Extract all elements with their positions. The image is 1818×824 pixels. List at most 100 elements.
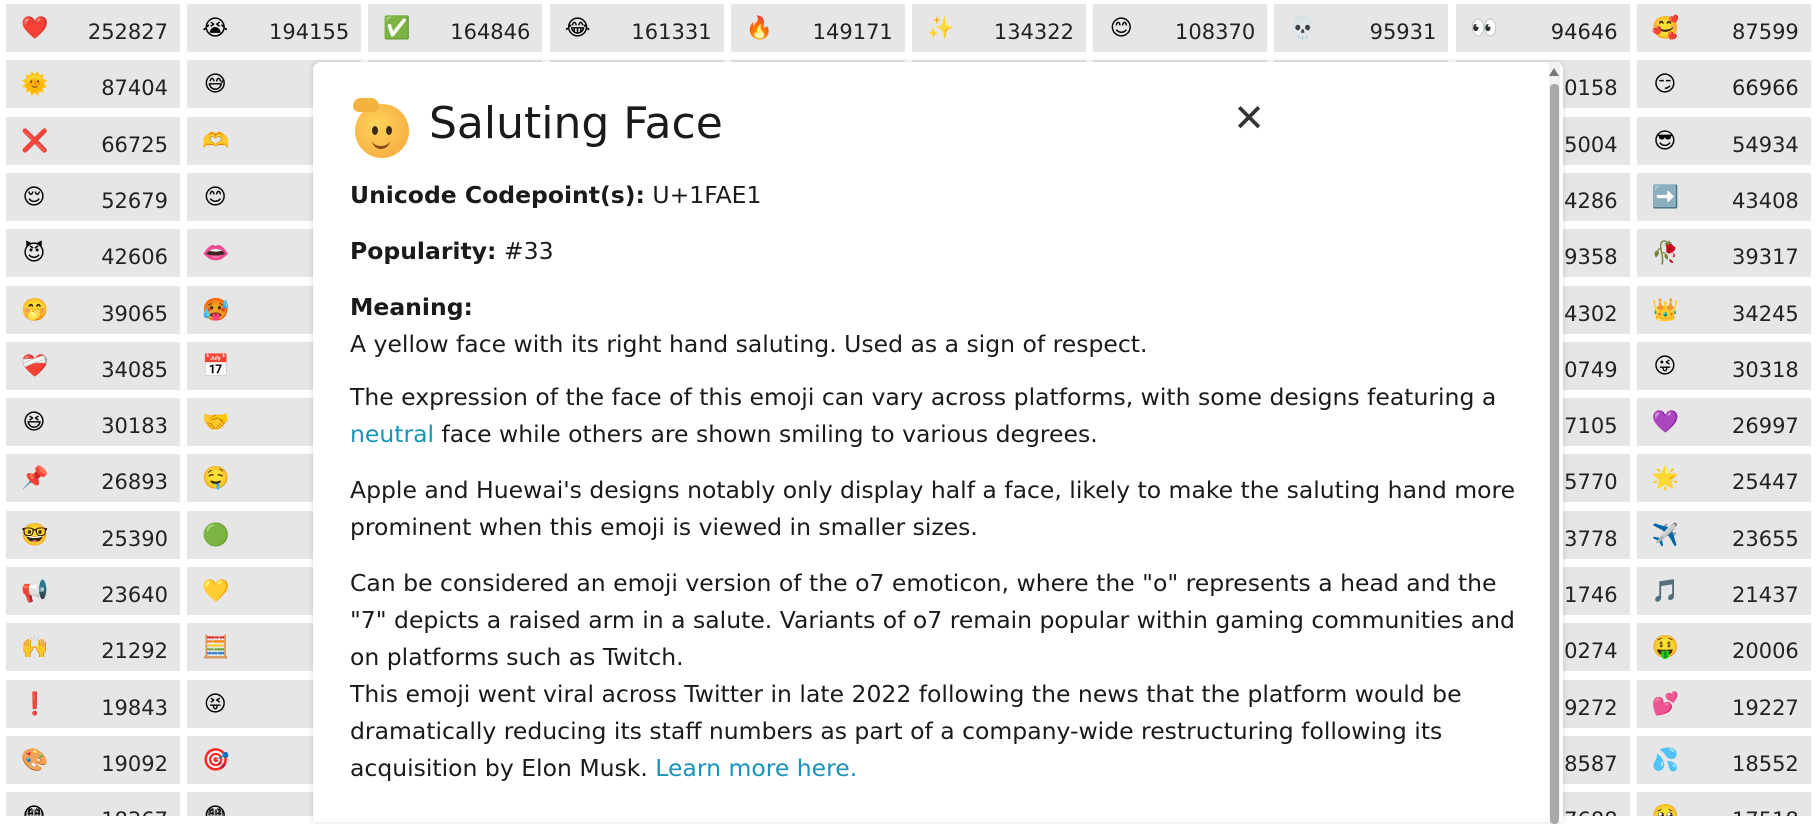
meaning-text: A yellow face with its right hand saluti… <box>350 330 1148 358</box>
emoji-count: 19092 <box>101 751 168 776</box>
emoji-cell[interactable]: ✅ 164846 <box>368 4 543 52</box>
emoji-cell[interactable]: 😏 66966 <box>1636 60 1811 109</box>
emoji-cell[interactable]: 💕 19227 <box>1636 679 1811 728</box>
emoji-icon: 😊 <box>1109 16 1133 41</box>
emoji-cell[interactable]: 😈 42606 <box>6 229 180 278</box>
emoji-cell[interactable]: 😎 54934 <box>1636 116 1811 165</box>
emoji-icon: ❗ <box>21 691 49 717</box>
emoji-cell[interactable]: 📌 26893 <box>6 454 180 503</box>
emoji-cell[interactable]: 😂 161331 <box>549 4 724 52</box>
emoji-icon: 👑 <box>1651 297 1680 323</box>
scrollbar-thumb[interactable] <box>1550 84 1559 824</box>
emoji-count: 87599 <box>1731 20 1799 44</box>
emoji-cell[interactable]: 🙌 21292 <box>6 623 180 672</box>
emoji-icon: 📌 <box>21 466 49 492</box>
paragraph-emoticon: Can be considered an emoji version of th… <box>350 569 1515 671</box>
emoji-icon: 😭 <box>202 16 229 41</box>
emoji-count: 87404 <box>101 76 168 101</box>
close-icon: ✕ <box>1233 96 1265 140</box>
close-button[interactable]: ✕ <box>1231 99 1267 137</box>
emoji-detail-modal: Saluting Face ✕ Unicode Codepoint(s): U+… <box>313 62 1563 822</box>
popularity-row: Popularity: #33 <box>350 233 1525 270</box>
emoji-icon: 🫶 <box>202 128 230 154</box>
emoji-cell[interactable]: 🤭 39065 <box>6 285 180 334</box>
emoji-count: 164846 <box>450 20 531 44</box>
codepoint-row: Unicode Codepoint(s): U+1FAE1 <box>350 177 1525 214</box>
emoji-cell[interactable]: 😆 30183 <box>6 398 180 447</box>
emoji-icon: ✅ <box>383 16 411 41</box>
emoji-cell[interactable]: ❤️ 252827 <box>6 4 180 52</box>
emoji-icon: 😅 <box>203 72 227 98</box>
emoji-cell[interactable]: 👑 34245 <box>1636 285 1811 334</box>
emoji-count: 26893 <box>101 470 168 495</box>
emoji-count: 25447 <box>1731 470 1799 495</box>
emoji-cell[interactable]: 😭 194155 <box>187 4 362 52</box>
emoji-cell[interactable]: ❌ 66725 <box>6 116 180 165</box>
emoji-count: 18552 <box>1731 751 1799 776</box>
emoji-cell[interactable]: 😜 30318 <box>1636 341 1811 390</box>
emoji-icon: ✈️ <box>1651 522 1680 548</box>
meaning-label: Meaning: <box>350 293 473 321</box>
paragraph-platforms-text-a: The expression of the face of this emoji… <box>350 383 1497 411</box>
emoji-count: 134322 <box>993 20 1074 44</box>
emoji-count: 30183 <box>101 414 168 439</box>
emoji-count: 54934 <box>1731 132 1799 157</box>
emoji-icon: 😂 <box>564 16 591 41</box>
emoji-icon: 🤓 <box>21 522 49 548</box>
emoji-cell[interactable]: 🌞 87404 <box>6 60 180 109</box>
emoji-cell[interactable]: 🥀 39317 <box>1636 229 1811 278</box>
paragraph-twitter: This emoji went viral across Twitter in … <box>350 676 1525 787</box>
emoji-count: 39065 <box>101 301 168 326</box>
emoji-cell[interactable]: 🎵 21437 <box>1636 567 1811 615</box>
emoji-icon: 🧮 <box>202 635 230 661</box>
paragraph-twitter-text: This emoji went viral across Twitter in … <box>350 680 1462 782</box>
emoji-icon: 🎯 <box>202 747 230 773</box>
emoji-cell[interactable]: 😳 18367 <box>6 792 180 816</box>
emoji-cell[interactable]: 📢 23640 <box>6 567 180 615</box>
emoji-icon: 🥀 <box>1651 241 1680 267</box>
emoji-cell[interactable]: 👀 94646 <box>1455 4 1630 52</box>
emoji-cell[interactable]: ❤️‍🩹 34085 <box>6 341 180 390</box>
emoji-icon: 😌 <box>22 184 46 210</box>
emoji-icon: 💦 <box>1651 747 1680 773</box>
emoji-cell[interactable]: 😌 52679 <box>6 172 180 221</box>
modal-scrollbar[interactable] <box>1549 62 1560 824</box>
emoji-cell[interactable]: ✈️ 23655 <box>1636 510 1811 559</box>
emoji-cell[interactable]: ✨ 134322 <box>912 4 1086 52</box>
emoji-cell[interactable]: 🔥 149171 <box>730 4 905 52</box>
emoji-cell[interactable]: 😊 108370 <box>1093 4 1268 52</box>
emoji-count: 42606 <box>101 245 168 270</box>
learn-more-link[interactable]: Learn more here. <box>655 754 857 782</box>
emoji-icon: 💀 <box>1289 16 1317 41</box>
emoji-count: 149171 <box>812 20 893 44</box>
emoji-count: 43408 <box>1731 188 1799 213</box>
emoji-count: 94646 <box>1550 20 1618 44</box>
emoji-count: 39317 <box>1731 245 1799 270</box>
emoji-cell[interactable]: 🤑 20006 <box>1636 623 1811 672</box>
emoji-cell[interactable]: 🎨 19092 <box>6 735 180 784</box>
emoji-cell[interactable]: 🌟 25447 <box>1636 454 1811 503</box>
emoji-icon: 😎 <box>1653 128 1677 154</box>
emoji-icon: 🟢 <box>202 522 230 548</box>
emoji-icon: 😊 <box>203 184 227 210</box>
emoji-cell[interactable]: 🥰 87599 <box>1636 4 1811 52</box>
emoji-count: 252827 <box>87 20 168 44</box>
emoji-cell[interactable]: ➡️ 43408 <box>1636 172 1811 221</box>
emoji-cell[interactable]: ❗ 19843 <box>6 679 180 728</box>
emoji-count: 30318 <box>1731 357 1799 382</box>
emoji-count: 17518 <box>1732 808 1799 816</box>
scroll-up-arrow-icon[interactable] <box>1549 68 1559 76</box>
emoji-cell[interactable]: 💀 95931 <box>1274 4 1449 52</box>
emoji-count: 34085 <box>101 357 168 382</box>
emoji-count: 18367 <box>101 808 168 816</box>
modal-title: Saluting Face <box>429 98 723 149</box>
paragraph-designs: Apple and Huewai's designs notably only … <box>350 476 1516 541</box>
emoji-icon: 🤭 <box>21 297 49 323</box>
emoji-count: 194155 <box>269 20 350 44</box>
emoji-cell[interactable]: 💦 18552 <box>1636 735 1811 784</box>
emoji-cell[interactable]: 🤓 25390 <box>6 510 180 559</box>
neutral-link[interactable]: neutral <box>350 420 434 448</box>
emoji-cell[interactable]: 💜 26997 <box>1636 398 1811 447</box>
emoji-icon: 🥰 <box>1651 16 1680 41</box>
emoji-cell[interactable]: 🥺 17518 <box>1636 792 1811 816</box>
